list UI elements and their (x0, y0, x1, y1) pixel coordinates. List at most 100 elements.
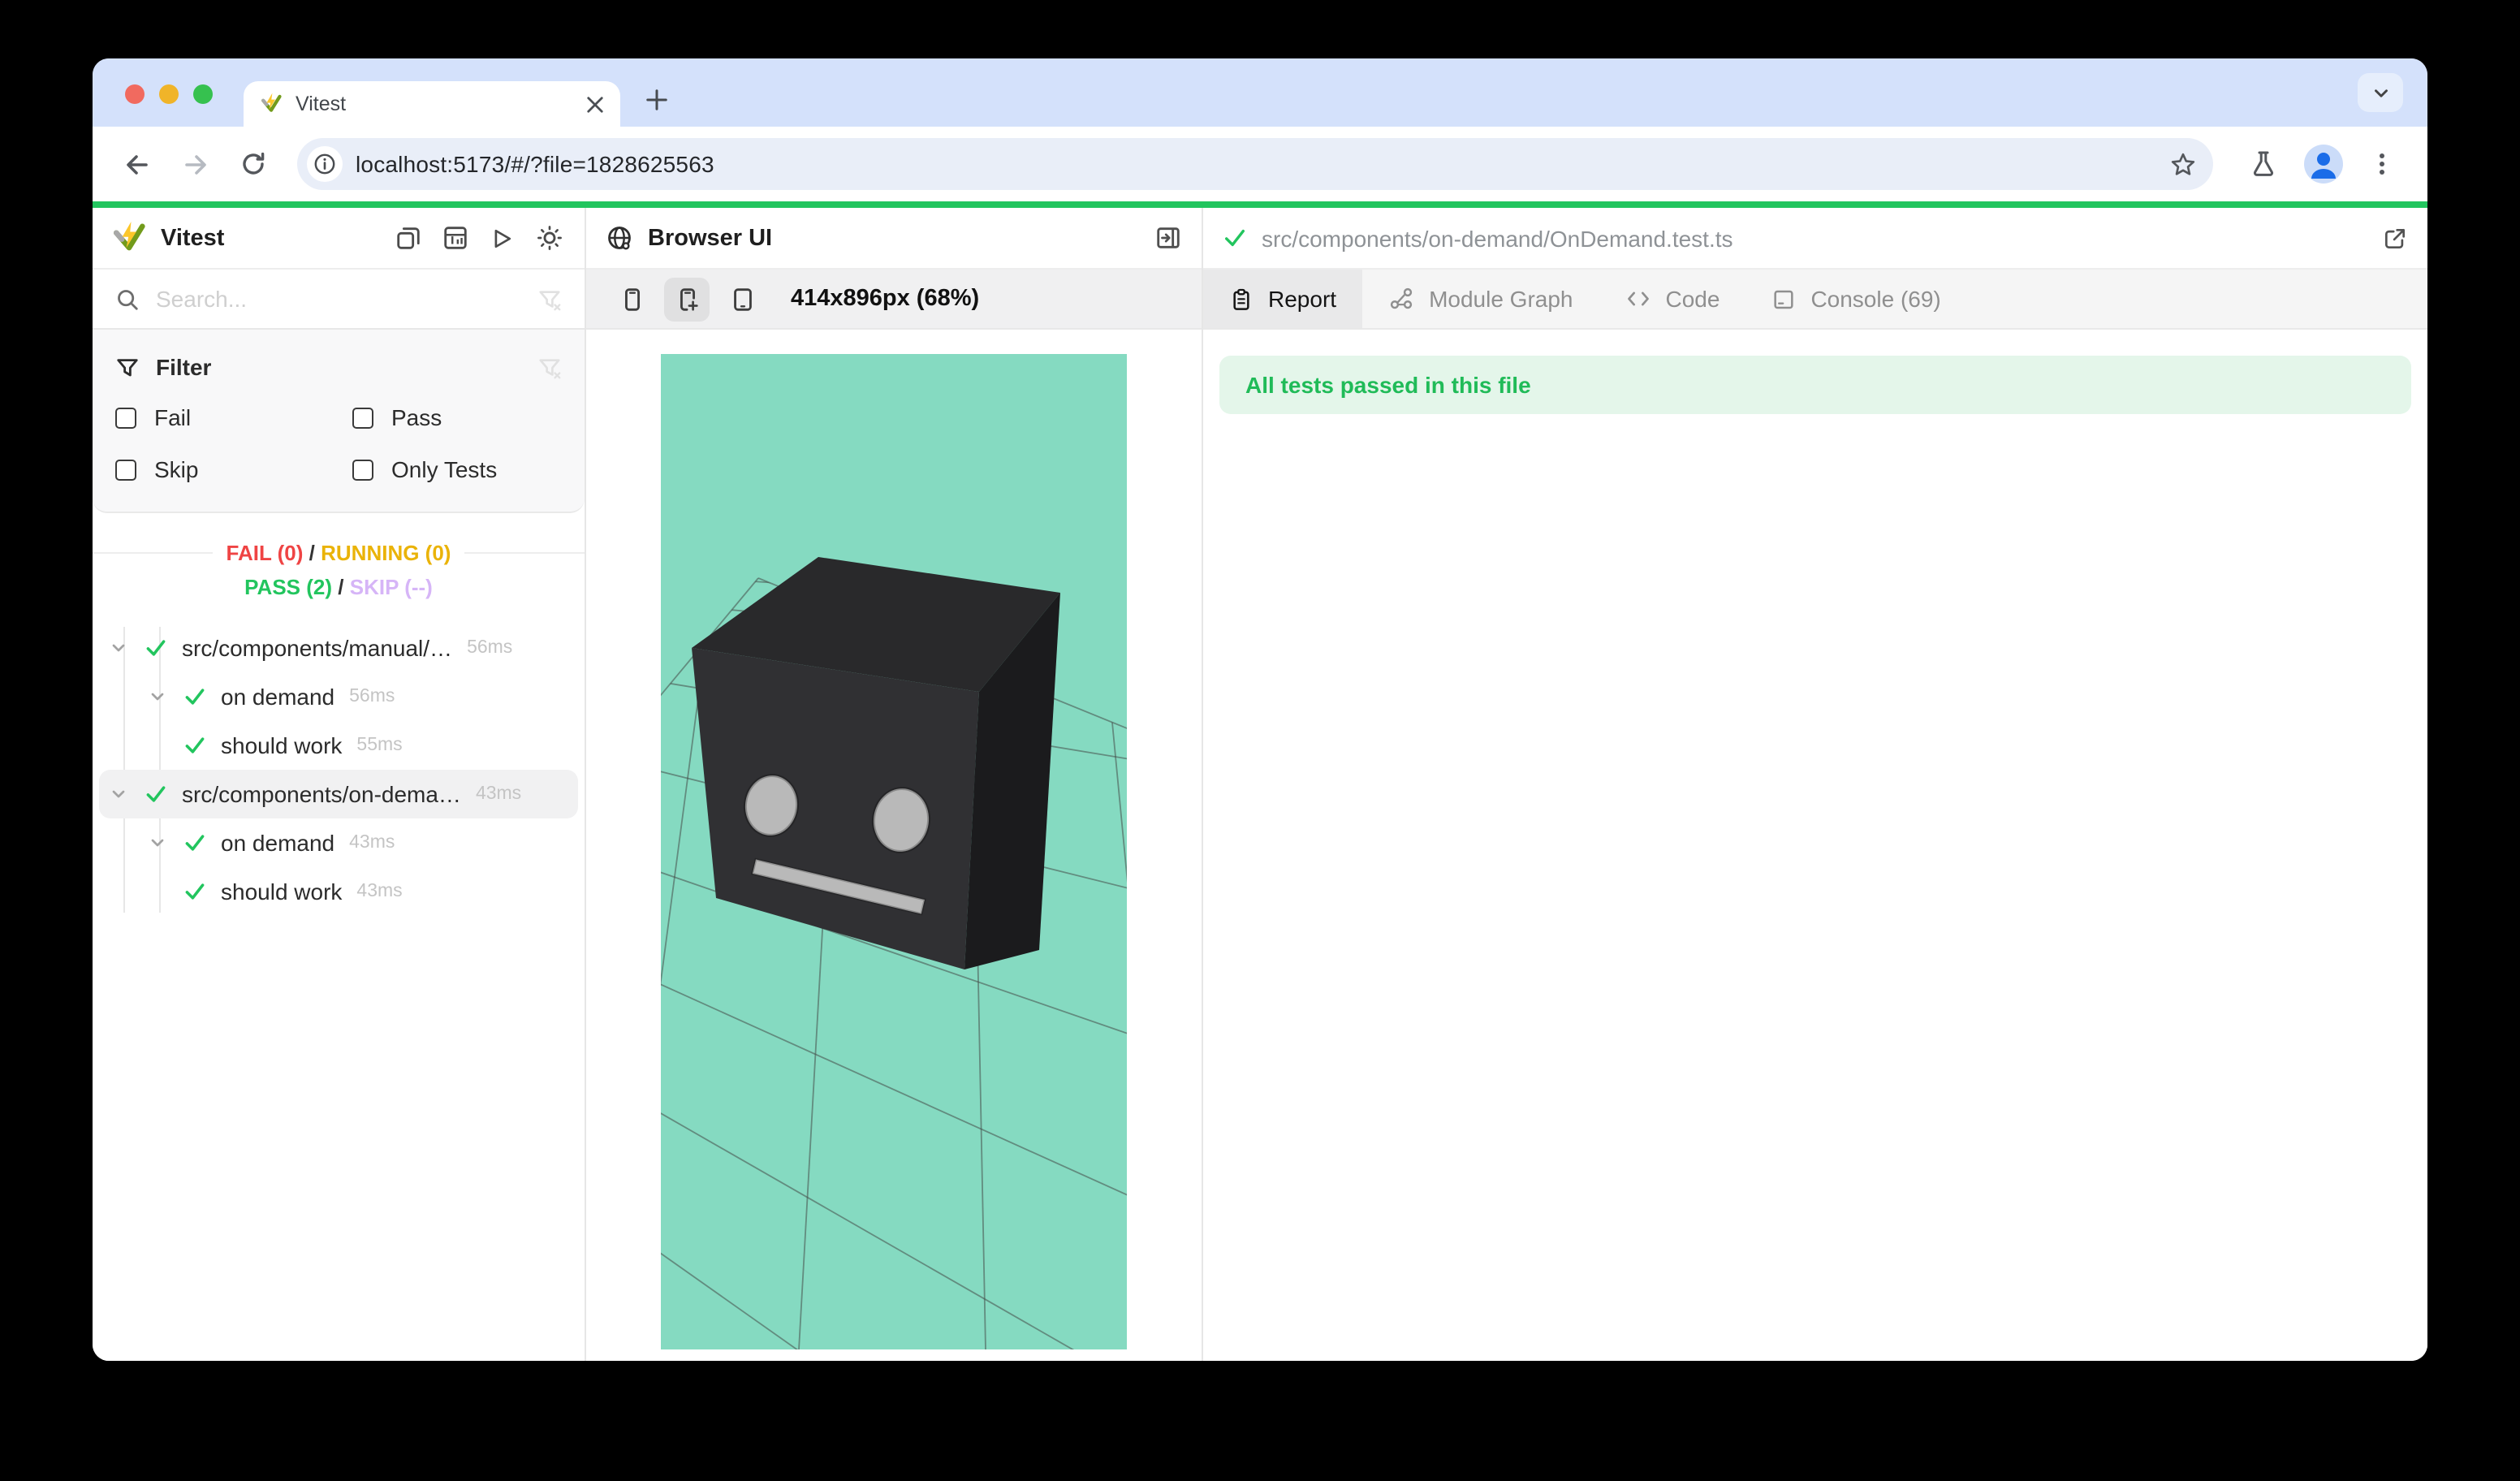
test-name: on demand (221, 684, 334, 710)
file-pass-check-icon (1223, 226, 1247, 250)
all-tests-passed-banner: All tests passed in this file (1219, 356, 2411, 414)
funnel-icon (115, 355, 140, 379)
fail-count: FAIL (0) (227, 541, 304, 565)
screen: Vitest (0, 0, 2520, 1481)
theme-sun-icon[interactable] (533, 222, 565, 254)
sidebar-header: Vitest (93, 208, 585, 270)
skip-count: SKIP (--) (350, 575, 433, 599)
bookmark-star-icon[interactable] (2169, 150, 2197, 178)
run-all-play-icon[interactable] (485, 222, 518, 254)
robot-cube (692, 557, 1060, 969)
profile-avatar[interactable] (2304, 145, 2343, 184)
sidebar: Vitest (93, 208, 586, 1361)
module-graph-icon (1388, 286, 1414, 312)
zoom-window-button[interactable] (193, 84, 213, 104)
browser-preview-panel: Browser UI 414x896px (68%) (586, 208, 1203, 1361)
filter-panel: Filter Fail Pass Skip Only Tests (93, 330, 585, 513)
new-tab-button[interactable] (645, 88, 669, 112)
open-external-icon[interactable] (2382, 225, 2408, 251)
pass-check-icon (183, 831, 209, 854)
clear-search-filter-icon[interactable] (537, 287, 562, 311)
code-icon (1625, 286, 1651, 312)
console-icon (1771, 287, 1796, 311)
pass-check-icon (183, 685, 209, 708)
test-duration: 55ms (356, 736, 402, 755)
test-duration: 43ms (476, 784, 521, 804)
browser-menu-icon[interactable] (2366, 140, 2398, 188)
dashboard-windows-icon[interactable] (391, 222, 424, 254)
filter-option-fail[interactable]: Fail (115, 398, 352, 437)
file-path: src/components/on-demand/OnDemand.test.t… (1262, 225, 2367, 251)
test-browser-viewport[interactable] (661, 354, 1127, 1349)
url-bar[interactable]: localhost:5173/#/?file=1828625563 (297, 138, 2213, 190)
url-text: localhost:5173/#/?file=1828625563 (356, 151, 2156, 177)
traffic-lights (125, 84, 213, 104)
test-tree: src/components/manual/… 56ms on demand 5… (93, 624, 585, 916)
browser-tab[interactable]: Vitest (244, 81, 620, 127)
chevron-down-icon[interactable] (109, 784, 132, 804)
threejs-scene (661, 354, 1127, 1349)
filter-header: Filter (115, 346, 562, 388)
test-duration: 43ms (349, 833, 395, 853)
test-name: src/components/manual/… (182, 635, 452, 661)
dock-panel-icon[interactable] (1154, 224, 1182, 252)
close-window-button[interactable] (125, 84, 145, 104)
tree-row[interactable]: on demand 43ms (99, 818, 578, 867)
forward-button[interactable] (170, 140, 219, 188)
search-row (93, 270, 585, 330)
titlebar-chevron-button[interactable] (2358, 73, 2403, 112)
back-button[interactable] (112, 140, 161, 188)
titlebar: Vitest (93, 58, 2427, 127)
tree-row[interactable]: should work 43ms (99, 867, 578, 916)
filter-option-only-tests[interactable]: Only Tests (352, 450, 562, 489)
filter-option-pass[interactable]: Pass (352, 398, 562, 437)
browser-panel-header: Browser UI (586, 208, 1202, 270)
vitest-ui: Vitest (93, 208, 2427, 1361)
reload-button[interactable] (229, 140, 278, 188)
tab-module-graph[interactable]: Module Graph (1362, 270, 1599, 328)
checkbox-pass[interactable] (352, 407, 373, 428)
layout-report-icon[interactable] (438, 222, 471, 254)
device-tablet-button[interactable] (719, 277, 765, 321)
report-tabs: Report Module Graph Code (1203, 270, 2427, 330)
globe-icon (606, 224, 633, 252)
browser-toolbar: localhost:5173/#/?file=1828625563 (93, 127, 2427, 201)
test-duration: 43ms (356, 882, 402, 901)
device-phone-button[interactable] (609, 277, 654, 321)
search-input[interactable] (156, 286, 521, 312)
tree-row[interactable]: src/components/manual/… 56ms (99, 624, 578, 672)
tab-code[interactable]: Code (1599, 270, 1746, 328)
chevron-down-icon[interactable] (109, 638, 132, 658)
test-name: should work (221, 732, 342, 758)
checkbox-fail[interactable] (115, 407, 136, 428)
tree-row[interactable]: on demand 56ms (99, 672, 578, 721)
browser-panel-title: Browser UI (648, 225, 1140, 251)
device-phone-plus-button[interactable] (664, 277, 710, 321)
tab-report[interactable]: Report (1203, 270, 1362, 328)
site-info-icon[interactable] (307, 146, 343, 182)
clear-filter-icon[interactable] (537, 355, 562, 379)
tab-console[interactable]: Console (69) (1745, 270, 1966, 328)
test-duration: 56ms (467, 638, 512, 658)
chevron-down-icon[interactable] (148, 833, 170, 853)
checkbox-skip[interactable] (115, 459, 136, 480)
vitest-favicon-icon (260, 93, 283, 115)
file-header: src/components/on-demand/OnDemand.test.t… (1203, 208, 2427, 270)
test-duration: 56ms (349, 687, 395, 706)
toolbar-right (2236, 140, 2408, 188)
checkbox-only-tests[interactable] (352, 459, 373, 480)
experiments-flask-icon[interactable] (2246, 140, 2281, 188)
chevron-down-icon[interactable] (148, 687, 170, 706)
tree-row[interactable]: src/components/on-dema… 43ms (99, 770, 578, 818)
minimize-window-button[interactable] (159, 84, 179, 104)
report-clipboard-icon (1229, 287, 1254, 311)
tab-close-icon[interactable] (586, 95, 604, 113)
preview-area (586, 330, 1202, 1361)
pass-check-icon (145, 637, 170, 659)
filter-option-skip[interactable]: Skip (115, 450, 352, 489)
filter-label: Filter (156, 354, 521, 380)
tree-row[interactable]: should work 55ms (99, 721, 578, 770)
device-toolbar: 414x896px (68%) (586, 270, 1202, 330)
running-count: RUNNING (0) (321, 541, 451, 565)
test-name: should work (221, 879, 342, 905)
